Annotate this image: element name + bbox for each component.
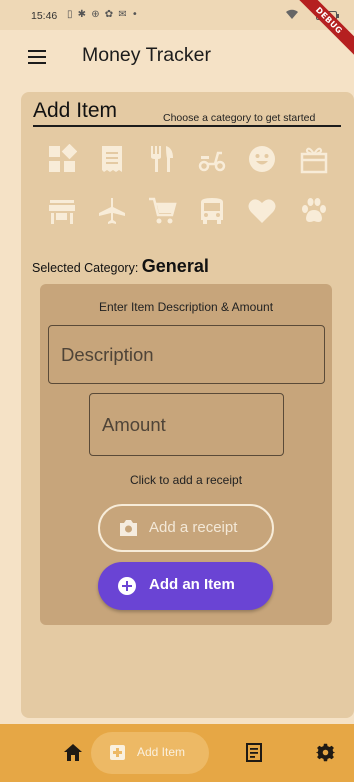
- add-item-title: Add Item: [33, 99, 118, 122]
- widgets-icon[interactable]: [47, 144, 77, 174]
- receipt-icon: [246, 743, 262, 766]
- smiley-icon[interactable]: [247, 144, 277, 174]
- status-time: 15:46: [31, 10, 58, 22]
- app-title: Money Tracker: [82, 44, 211, 66]
- airplane-icon[interactable]: [97, 196, 127, 226]
- add-circle-icon: [118, 577, 136, 595]
- amount-input[interactable]: [89, 393, 284, 456]
- paw-icon[interactable]: [299, 196, 329, 226]
- heart-icon[interactable]: [247, 196, 277, 226]
- status-notification-icons: ▯ ✱ ⊕ ✿ ✉ •: [67, 9, 139, 20]
- menu-icon[interactable]: [28, 50, 46, 64]
- description-input[interactable]: [48, 325, 325, 384]
- nav-receipts[interactable]: [246, 743, 262, 762]
- gift-box-icon[interactable]: [299, 144, 329, 174]
- add-receipt-label: Add a receipt: [149, 519, 238, 536]
- app-bar: Money Tracker: [0, 30, 354, 86]
- bottom-nav: Add Item: [0, 724, 354, 782]
- home-icon: [64, 744, 82, 765]
- bus-icon[interactable]: [197, 196, 227, 226]
- storefront-icon[interactable]: [47, 196, 77, 226]
- gear-icon: [315, 743, 336, 766]
- camera-icon: [119, 520, 138, 536]
- receipt-hint: Click to add a receipt: [129, 473, 243, 487]
- shopping-cart-icon[interactable]: [147, 196, 177, 226]
- selected-category: Selected Category: General: [32, 256, 209, 277]
- add-item-button[interactable]: Add an Item: [98, 562, 273, 610]
- add-item-subtitle: Choose a category to get started: [163, 112, 316, 124]
- scooter-icon[interactable]: [197, 144, 227, 174]
- add-receipt-button[interactable]: Add a receipt: [98, 504, 274, 552]
- nav-add-item[interactable]: Add Item: [91, 732, 209, 774]
- nav-settings[interactable]: [315, 743, 336, 762]
- selected-category-label: Selected Category:: [32, 261, 142, 275]
- nav-home[interactable]: [64, 744, 82, 761]
- wifi-icon: [285, 9, 299, 23]
- title-divider: [33, 125, 341, 127]
- restaurant-icon[interactable]: [147, 144, 177, 174]
- status-bar: 15:46 ▯ ✱ ⊕ ✿ ✉ •: [0, 0, 354, 30]
- receipt-long-icon[interactable]: [97, 144, 127, 174]
- add-item-button-label: Add an Item: [149, 576, 235, 593]
- add-box-icon: [110, 745, 125, 760]
- nav-add-item-label: Add Item: [137, 745, 186, 759]
- selected-category-value: General: [141, 256, 209, 276]
- form-heading: Enter Item Description & Amount: [98, 300, 274, 314]
